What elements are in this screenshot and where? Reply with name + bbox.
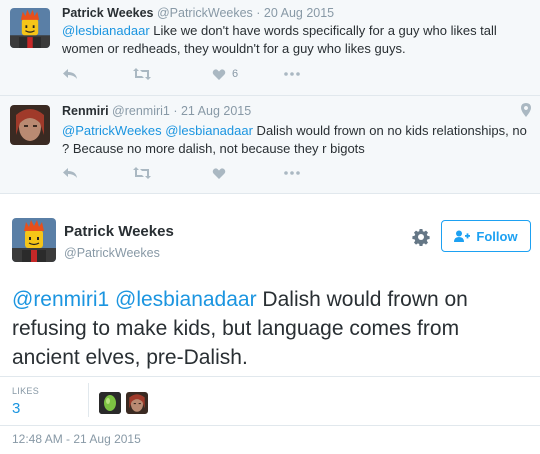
likes-label: LIKES xyxy=(12,386,40,396)
tweet-header: Patrick Weekes @PatrickWeekes · 20 Aug 2… xyxy=(62,6,334,20)
divider xyxy=(0,425,540,426)
retweet-icon xyxy=(133,167,151,179)
more-button[interactable] xyxy=(284,65,300,83)
likes-count: 3 xyxy=(12,400,21,417)
reply-icon xyxy=(63,69,77,79)
more-icon xyxy=(284,72,300,76)
retweet-icon xyxy=(133,68,151,80)
tweet-text: @renmiri1 @lesbianadaar Dalish would fro… xyxy=(12,285,532,372)
tweet-date[interactable]: 21 Aug 2015 xyxy=(181,104,251,118)
timestamp[interactable]: 12:48 AM - 21 Aug 2015 xyxy=(12,432,141,446)
follow-icon xyxy=(454,230,471,242)
divider xyxy=(88,383,89,417)
avatar[interactable] xyxy=(12,218,56,262)
like-button[interactable]: 6 xyxy=(212,65,238,83)
user-handle[interactable]: @renmiri1 xyxy=(112,104,170,118)
more-icon xyxy=(284,171,300,175)
like-icon xyxy=(212,167,226,179)
avatar[interactable] xyxy=(10,8,50,48)
location-icon[interactable] xyxy=(520,102,532,118)
follow-button[interactable]: Follow xyxy=(441,220,531,252)
tweet-text: @lesbianadaar Like we don't have words s… xyxy=(62,22,532,58)
retweet-button[interactable] xyxy=(132,164,152,182)
mention-link[interactable]: @PatrickWeekes xyxy=(62,123,162,138)
likes-stat[interactable]: LIKES 3 xyxy=(12,386,39,417)
reply-icon xyxy=(63,168,77,178)
more-button[interactable] xyxy=(284,164,300,182)
like-count: 6 xyxy=(232,68,239,80)
tweet-renmiri[interactable]: Renmiri @renmiri1 · 21 Aug 2015 @Patrick… xyxy=(0,95,540,194)
reply-button[interactable] xyxy=(62,164,78,182)
retweet-button[interactable] xyxy=(132,65,152,83)
mention-link[interactable]: @lesbianadaar xyxy=(165,123,253,138)
separator: · xyxy=(169,104,181,118)
mention-link[interactable]: @lesbianadaar xyxy=(62,23,150,38)
main-tweet: Patrick Weekes @PatrickWeekes Follow @re… xyxy=(0,195,540,454)
user-handle[interactable]: @PatrickWeekes xyxy=(157,6,253,20)
tweet-actions xyxy=(62,164,362,182)
tweet-header: Renmiri @renmiri1 · 21 Aug 2015 xyxy=(62,104,251,118)
gear-icon[interactable] xyxy=(412,228,430,246)
liker-avatar[interactable] xyxy=(99,392,121,414)
tweet-date[interactable]: 20 Aug 2015 xyxy=(264,6,334,20)
conversation-thread: Patrick Weekes @PatrickWeekes · 20 Aug 2… xyxy=(0,0,540,194)
separator: · xyxy=(252,6,264,20)
tweet-actions: 6 xyxy=(62,65,362,83)
display-name[interactable]: Patrick Weekes xyxy=(62,6,154,20)
tweet-patrick-weekes-1[interactable]: Patrick Weekes @PatrickWeekes · 20 Aug 2… xyxy=(0,0,540,94)
avatar[interactable] xyxy=(10,105,50,145)
mention-link[interactable]: @lesbianadaar xyxy=(115,288,257,311)
reply-button[interactable] xyxy=(62,65,78,83)
tweet-text: @PatrickWeekes @lesbianadaar Dalish woul… xyxy=(62,122,532,158)
like-button[interactable] xyxy=(212,164,226,182)
display-name[interactable]: Renmiri xyxy=(62,104,109,118)
like-icon xyxy=(212,68,226,80)
divider xyxy=(0,376,540,377)
follow-label: Follow xyxy=(476,228,518,244)
mention-link[interactable]: @renmiri1 xyxy=(12,288,109,311)
liker-avatar[interactable] xyxy=(126,392,148,414)
user-handle[interactable]: @PatrickWeekes xyxy=(64,246,160,260)
display-name[interactable]: Patrick Weekes xyxy=(64,223,174,240)
